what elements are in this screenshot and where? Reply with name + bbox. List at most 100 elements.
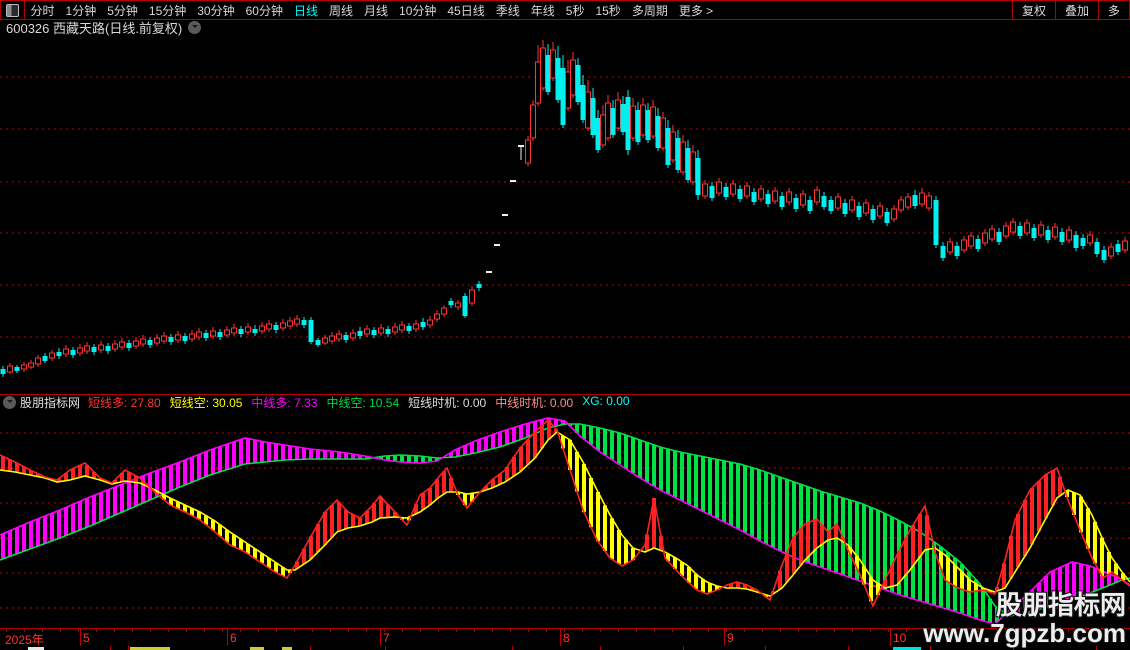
axis-month-label-7: 7 xyxy=(383,631,390,645)
period-tab-季线[interactable]: 季线 xyxy=(490,2,525,19)
period-tab-年线[interactable]: 年线 xyxy=(525,2,560,19)
period-toolbar: 分时 1分钟 5分钟 15分钟 30分钟 60分钟 日线 周线 月线 10分钟 45日线 季线 年线 5秒… xyxy=(0,0,1130,20)
period-tab-月线[interactable]: 月线 xyxy=(359,2,394,19)
period-tab-更多 >[interactable]: 更多 > xyxy=(673,2,718,19)
period-tab-60分钟[interactable]: 60分钟 xyxy=(240,2,288,19)
indicator-field-中线空: 中线空: 10.54 xyxy=(326,396,400,410)
clipped-tick xyxy=(110,646,111,650)
axis-minor-tick xyxy=(582,629,583,632)
period-tab-多周期[interactable]: 多周期 xyxy=(626,2,673,19)
axis-minor-tick xyxy=(420,629,421,632)
axis-minor-tick xyxy=(6,629,7,632)
axis-minor-tick xyxy=(348,629,349,632)
axis-minor-tick xyxy=(510,629,511,632)
watermark-name: 股朋指标网 xyxy=(995,590,1126,621)
clipped-tick xyxy=(600,646,601,650)
axis-minor-tick xyxy=(60,629,61,632)
indicator-source-label: 股朋指标网 xyxy=(20,396,81,410)
axis-month-line xyxy=(80,629,81,646)
period-tab-10分钟[interactable]: 10分钟 xyxy=(394,2,442,19)
axis-minor-tick xyxy=(762,629,763,632)
axis-minor-tick xyxy=(42,629,43,632)
tdx-chart-window: { "toolbar": { "periods": [ {"label":"分时… xyxy=(0,0,1130,650)
axis-minor-tick xyxy=(834,629,835,632)
period-tab-45日线[interactable]: 45日线 xyxy=(442,2,490,19)
stock-title-row: 600326 西藏天路(日线.前复权) xyxy=(0,20,1130,36)
period-tab-5分钟[interactable]: 5分钟 xyxy=(102,2,144,19)
axis-minor-tick xyxy=(402,629,403,632)
axis-minor-tick xyxy=(672,629,673,632)
period-tab-分时[interactable]: 分时 xyxy=(25,2,60,19)
axis-minor-tick xyxy=(96,629,97,632)
clipped-tick xyxy=(512,646,513,650)
site-watermark: 股朋指标网 www.7gpzb.com xyxy=(923,592,1126,647)
clipped-tick xyxy=(848,646,849,650)
period-tab-1分钟[interactable]: 1分钟 xyxy=(60,2,102,19)
clipped-tick xyxy=(385,646,386,650)
period-tab-15秒[interactable]: 15秒 xyxy=(590,2,626,19)
axis-minor-tick xyxy=(528,629,529,632)
axis-minor-tick xyxy=(600,629,601,632)
axis-month-line xyxy=(380,629,381,646)
axis-minor-tick xyxy=(186,629,187,632)
axis-minor-tick xyxy=(204,629,205,632)
period-tab-周线[interactable]: 周线 xyxy=(323,2,358,19)
axis-month-line xyxy=(890,629,891,646)
clipped-tick xyxy=(128,646,129,650)
axis-minor-tick xyxy=(258,629,259,632)
axis-month-line xyxy=(227,629,228,646)
axis-minor-tick xyxy=(654,629,655,632)
axis-minor-tick xyxy=(114,629,115,632)
clipped-tick xyxy=(310,646,311,650)
indicator-values: 短线多: 27.80 短线空: 30.05 中线多: 7.33 中线空: 10.54 短… xyxy=(88,394,639,411)
period-tab-日线[interactable]: 日线 xyxy=(288,2,323,19)
axis-month-label-5: 5 xyxy=(83,631,90,645)
axis-minor-tick xyxy=(870,629,871,632)
axis-minor-tick xyxy=(474,629,475,632)
axis-minor-tick xyxy=(132,629,133,632)
indicator-field-XG: XG: 0.00 xyxy=(582,394,630,408)
axis-month-label-10: 10 xyxy=(893,631,907,645)
axis-minor-tick xyxy=(276,629,277,632)
axis-minor-tick xyxy=(456,629,457,632)
clipped-tick xyxy=(765,646,766,650)
axis-month-line xyxy=(724,629,725,646)
axis-minor-tick xyxy=(294,629,295,632)
axis-minor-tick xyxy=(330,629,331,632)
indicator-field-中线时机: 中线时机: 0.00 xyxy=(495,396,574,410)
axis-minor-tick xyxy=(744,629,745,632)
period-tab-30分钟[interactable]: 30分钟 xyxy=(192,2,240,19)
period-tab-list: 分时 1分钟 5分钟 15分钟 30分钟 60分钟 日线 周线 月线 10分钟 45日线 季线 年线 5秒… xyxy=(25,2,719,19)
panel-split-icon xyxy=(6,3,19,17)
axis-minor-tick xyxy=(150,629,151,632)
toolbar-button-叠加[interactable]: 叠加 xyxy=(1054,1,1098,19)
indicator-field-中线多: 中线多: 7.33 xyxy=(251,396,318,410)
axis-minor-tick xyxy=(852,629,853,632)
axis-minor-tick xyxy=(312,629,313,632)
axis-month-line xyxy=(560,629,561,646)
axis-minor-tick xyxy=(222,629,223,632)
axis-minor-tick xyxy=(618,629,619,632)
axis-minor-tick xyxy=(438,629,439,632)
indicator-field-短线空: 短线空: 30.05 xyxy=(169,396,243,410)
period-tab-5秒[interactable]: 5秒 xyxy=(560,2,590,19)
axis-minor-tick xyxy=(168,629,169,632)
axis-minor-tick xyxy=(24,629,25,632)
layout-panel-icon[interactable] xyxy=(1,1,25,19)
axis-minor-tick xyxy=(708,629,709,632)
indicator-dropdown-icon[interactable] xyxy=(3,396,16,409)
title-dropdown-icon[interactable] xyxy=(188,21,202,34)
axis-month-label-8: 8 xyxy=(563,631,570,645)
toolbar-button-多[interactable]: 多 xyxy=(1097,1,1129,19)
main-candlestick-chart[interactable] xyxy=(0,35,1130,394)
axis-minor-tick xyxy=(780,629,781,632)
clipped-tick xyxy=(683,646,684,650)
axis-minor-tick xyxy=(546,629,547,632)
toolbar-button-复权[interactable]: 复权 xyxy=(1011,1,1055,19)
period-tab-15分钟[interactable]: 15分钟 xyxy=(143,2,191,19)
axis-minor-tick xyxy=(888,629,889,632)
axis-minor-tick xyxy=(492,629,493,632)
axis-minor-tick xyxy=(366,629,367,632)
axis-minor-tick xyxy=(816,629,817,632)
indicator-header-row: 股朋指标网 短线多: 27.80 短线空: 30.05 中线多: 7.33 中线空: … xyxy=(0,394,1130,411)
